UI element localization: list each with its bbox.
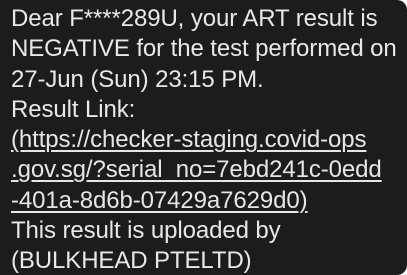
result-link-part-1[interactable]: (https://checker-staging.covid-ops (11, 125, 397, 155)
result-link-part-3[interactable]: -401a-8d6b-07429a7629d0) (11, 186, 397, 216)
sms-message-bubble: Dear F****289U, your ART result is NEGAT… (0, 0, 407, 275)
message-line-2: NEGATIVE for the test performed on (11, 35, 397, 63)
result-link-label: Result Link: (11, 95, 136, 123)
message-line-3: 27-Jun (Sun) 23:15 PM. (11, 65, 264, 93)
uploader-line-1: This result is uploaded by (11, 217, 281, 245)
uploader-line-2: (BULKHEAD PTELTD) (11, 247, 252, 275)
message-line-1: Dear F****289U, your ART result is (11, 5, 378, 32)
result-link-part-2[interactable]: .gov.sg/?serial_no=7ebd241c-0edd (11, 155, 397, 185)
